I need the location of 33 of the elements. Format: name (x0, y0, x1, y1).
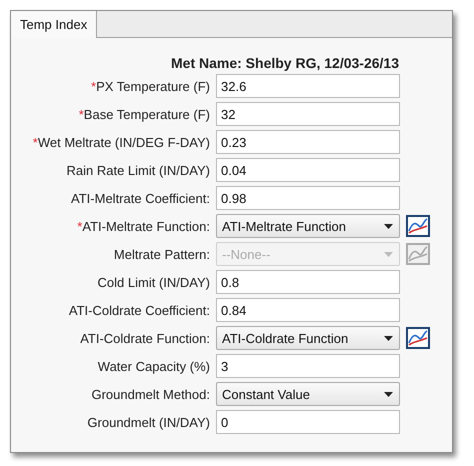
field-label: Groundmelt (IN/DAY) (87, 414, 210, 430)
input-field[interactable]: 0.98 (216, 186, 400, 210)
field-label: *Wet Meltrate (IN/DEG F-DAY) (32, 134, 210, 150)
caret-icon (384, 392, 393, 396)
input-field[interactable]: 0.04 (216, 158, 400, 182)
field-label: ATI-Coldrate Function: (80, 330, 210, 346)
met-name: Met Name: Shelby RG, 12/03-26/13 (171, 55, 399, 71)
caret-icon (384, 336, 393, 340)
field-label: *PX Temperature (F) (91, 78, 210, 94)
field-label: Groundmelt Method: (91, 386, 210, 402)
field-label: Cold Limit (IN/DAY) (98, 274, 210, 290)
field-label: Rain Rate Limit (IN/DAY) (66, 162, 210, 178)
dropdown[interactable]: ATI-Meltrate Function (216, 214, 400, 238)
field-label: Water Capacity (%) (98, 358, 210, 374)
chart-icon[interactable] (406, 327, 430, 349)
field-label: ATI-Meltrate Coefficient: (71, 190, 210, 206)
caret-icon (384, 224, 393, 228)
caret-icon (384, 252, 393, 256)
tab[interactable]: Temp Index (11, 11, 98, 38)
dropdown[interactable]: Constant Value (216, 382, 400, 406)
input-field[interactable]: 0.8 (216, 270, 400, 294)
input-field[interactable]: 0 (216, 410, 400, 434)
field-label: Meltrate Pattern: (114, 246, 210, 262)
dropdown[interactable]: ATI-Coldrate Function (216, 326, 400, 350)
input-field[interactable]: 32.6 (216, 74, 400, 98)
input-field[interactable]: 3 (216, 354, 400, 378)
input-field[interactable]: 0.23 (216, 130, 400, 154)
chart-icon[interactable] (406, 215, 430, 237)
field-label: ATI-Coldrate Coefficient: (68, 302, 210, 318)
field-label: *Base Temperature (F) (78, 106, 210, 122)
field-label: *ATI-Meltrate Function: (77, 218, 210, 234)
input-field[interactable]: 32 (216, 102, 400, 126)
input-field[interactable]: 0.84 (216, 298, 400, 322)
